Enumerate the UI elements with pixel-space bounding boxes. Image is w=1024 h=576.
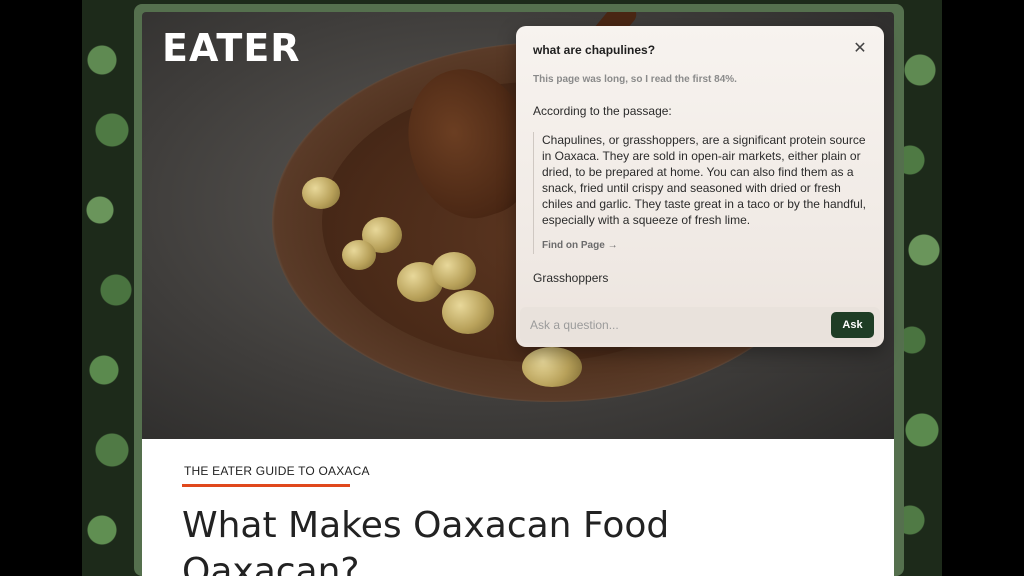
article-header: THE EATER GUIDE TO OAXACA What Makes Oax… <box>142 439 894 576</box>
find-on-page-link[interactable]: Find on Page → <box>542 240 618 251</box>
ask-panel: what are chapulines? ✕ This page was lon… <box>516 26 884 347</box>
find-on-page-label: Find on Page <box>542 240 605 251</box>
tomatillo <box>342 240 376 270</box>
quote-text: Chapulines, or grasshoppers, are a signi… <box>542 133 866 227</box>
ask-input-bar: Ask <box>520 307 880 343</box>
answer-quote: Chapulines, or grasshoppers, are a signi… <box>533 132 869 254</box>
answer-intro: According to the passage: <box>533 104 672 118</box>
close-icon[interactable]: ✕ <box>852 41 868 57</box>
tomatillo <box>432 252 476 290</box>
tomatillo <box>522 347 582 387</box>
ask-question-input[interactable] <box>530 315 820 335</box>
tomatillo <box>442 290 494 334</box>
truncation-note: This page was long, so I read the first … <box>533 74 737 85</box>
article-headline: What Makes Oaxacan Food Oaxacan? <box>182 505 670 576</box>
kicker-underline <box>182 484 350 487</box>
tomatillo <box>302 177 340 209</box>
ask-button[interactable]: Ask <box>831 312 874 338</box>
short-answer: Grasshoppers <box>533 271 609 285</box>
article-kicker[interactable]: THE EATER GUIDE TO OAXACA <box>184 464 370 478</box>
arrow-right-icon: → <box>607 240 618 251</box>
ask-query-title: what are chapulines? <box>533 43 656 57</box>
eater-logo[interactable]: EATER <box>162 26 301 70</box>
